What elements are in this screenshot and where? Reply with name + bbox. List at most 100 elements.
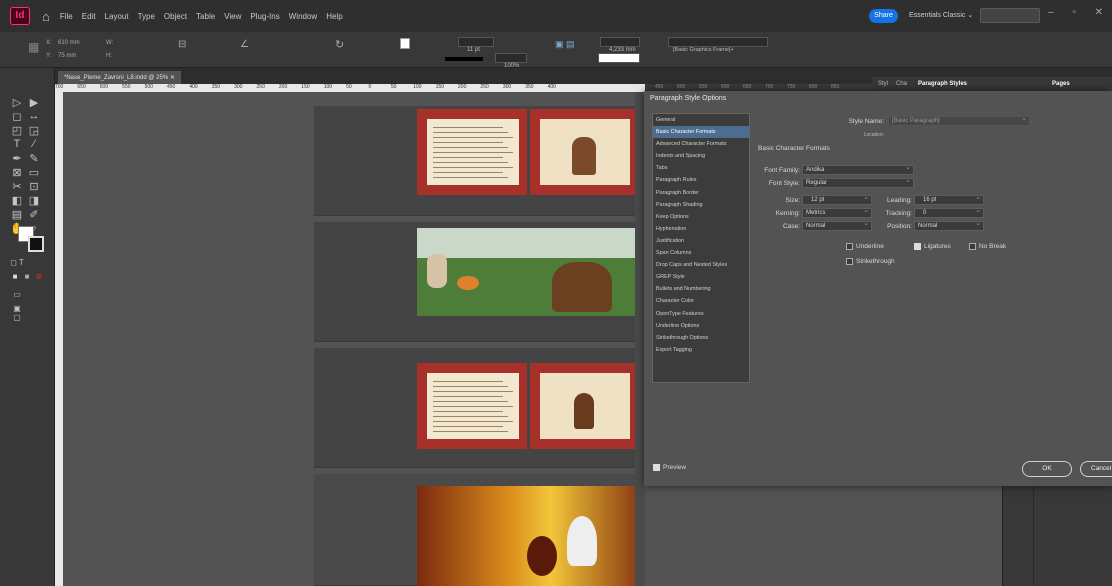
- selection-tool-icon[interactable]: ▷: [10, 96, 24, 109]
- font-style-dropdown[interactable]: Regular: [802, 177, 914, 188]
- underline-checkbox[interactable]: Underline: [846, 243, 884, 250]
- workspace-switcher[interactable]: Essentials Classic ⌄: [909, 11, 973, 19]
- scale-icon[interactable]: ⊟: [178, 39, 186, 50]
- menu-table[interactable]: Table: [196, 12, 215, 21]
- rectangle-tool-icon[interactable]: ▭: [27, 166, 41, 179]
- eyedropper-tool-icon[interactable]: ✐: [27, 208, 41, 221]
- category-character-color[interactable]: Character Color: [653, 295, 749, 307]
- category-keep-options[interactable]: Keep Options: [653, 211, 749, 223]
- kerning-dropdown[interactable]: Metrics: [802, 207, 872, 218]
- direct-selection-tool-icon[interactable]: ▶: [27, 96, 41, 109]
- x-field[interactable]: 610 mm: [58, 40, 80, 46]
- category-span-columns[interactable]: Span Columns: [653, 247, 749, 259]
- ok-button[interactable]: OK: [1022, 461, 1072, 477]
- category-basic-character-formats[interactable]: Basic Character Formats: [653, 126, 749, 139]
- document-canvas[interactable]: [63, 92, 645, 586]
- preview-checkbox[interactable]: Preview: [653, 464, 686, 471]
- category-list[interactable]: General Basic Character Formats Advanced…: [652, 113, 750, 383]
- y-field[interactable]: 75 mm: [58, 53, 76, 59]
- reference-point-icon[interactable]: ▦: [28, 40, 39, 54]
- category-paragraph-border[interactable]: Paragraph Border: [653, 187, 749, 199]
- page-tool-icon[interactable]: ◻: [10, 110, 24, 123]
- size-field[interactable]: 12 pt: [802, 194, 872, 205]
- tab-char-styles[interactable]: Cha: [896, 81, 907, 87]
- gradient-feather-tool-icon[interactable]: ◨: [27, 194, 41, 207]
- rectangle-frame-tool-icon[interactable]: ⊠: [10, 166, 24, 179]
- category-opentype[interactable]: OpenType Features: [653, 308, 749, 320]
- category-paragraph-rules[interactable]: Paragraph Rules: [653, 174, 749, 186]
- leading-field[interactable]: 16 pt: [914, 194, 984, 205]
- menu-object[interactable]: Object: [164, 12, 187, 21]
- category-paragraph-shading[interactable]: Paragraph Shading: [653, 199, 749, 211]
- category-justification[interactable]: Justification: [653, 235, 749, 247]
- pencil-tool-icon[interactable]: ✎: [27, 152, 41, 165]
- page-image-right[interactable]: [530, 109, 640, 195]
- tracking-field[interactable]: 0: [914, 207, 984, 218]
- search-input[interactable]: [980, 8, 1040, 23]
- view-mode-icon[interactable]: ▣ ▢: [10, 304, 24, 322]
- menu-view[interactable]: View: [224, 12, 241, 21]
- category-bullets-numbering[interactable]: Bullets and Numbering: [653, 283, 749, 295]
- page-image-right-2[interactable]: [530, 363, 640, 449]
- page-text-left-2[interactable]: [417, 363, 527, 449]
- line-tool-icon[interactable]: ⁄: [27, 138, 41, 150]
- style-name-field[interactable]: [Basic Paragraph]: [888, 115, 1030, 126]
- menu-help[interactable]: Help: [326, 12, 342, 21]
- category-grep-style[interactable]: GREP Style: [653, 271, 749, 283]
- type-tool-icon[interactable]: T: [10, 138, 24, 150]
- stroke-swatch-field[interactable]: [598, 53, 640, 63]
- category-general[interactable]: General: [653, 114, 749, 126]
- align-icon[interactable]: ▣ ▤: [555, 39, 575, 50]
- category-strikethrough-options[interactable]: Strikethrough Options: [653, 332, 749, 344]
- cancel-button[interactable]: Cancel: [1080, 461, 1112, 477]
- pen-tool-icon[interactable]: ✒: [10, 152, 24, 165]
- category-advanced-character-formats[interactable]: Advanced Character Formats: [653, 138, 749, 150]
- note-tool-icon[interactable]: ▤: [10, 208, 24, 221]
- tab-pages[interactable]: Pages: [1052, 81, 1070, 87]
- case-dropdown[interactable]: Normal: [802, 220, 872, 231]
- no-break-checkbox[interactable]: No Break: [969, 243, 1006, 250]
- category-underline-options[interactable]: Underline Options: [653, 320, 749, 332]
- screen-mode-icon[interactable]: ▭: [10, 290, 24, 299]
- fill-swatch[interactable]: [28, 236, 44, 252]
- content-placer-icon[interactable]: ◲: [27, 124, 41, 137]
- share-button[interactable]: Share: [869, 9, 898, 23]
- tab-paragraph-styles[interactable]: Paragraph Styles: [918, 81, 967, 87]
- home-icon[interactable]: ⌂: [42, 9, 50, 24]
- rotate-icon[interactable]: ∠: [240, 39, 249, 50]
- window-controls[interactable]: – ▫ ✕: [1048, 7, 1111, 18]
- menu-plugins[interactable]: Plug-Ins: [250, 12, 279, 21]
- menu-window[interactable]: Window: [289, 12, 317, 21]
- menu-layout[interactable]: Layout: [105, 12, 129, 21]
- fill-swatch-icon[interactable]: [400, 38, 410, 49]
- gradient-tool-icon[interactable]: ◧: [10, 194, 24, 207]
- page-text-left[interactable]: [417, 109, 527, 195]
- font-family-dropdown[interactable]: Andika: [802, 164, 914, 175]
- category-export-tagging[interactable]: Export Tagging: [653, 344, 749, 356]
- ligatures-checkbox[interactable]: Ligatures: [914, 243, 951, 250]
- tab-styles[interactable]: Styl: [878, 81, 888, 87]
- position-dropdown[interactable]: Normal: [914, 220, 984, 231]
- width-field[interactable]: 4,233 mm: [600, 37, 640, 53]
- font-size-field[interactable]: 11 pt: [458, 37, 494, 53]
- text-line: [433, 167, 513, 168]
- category-tabs[interactable]: Tabs: [653, 162, 749, 174]
- apply-none-icon[interactable]: ⊘: [32, 272, 46, 281]
- object-style-field[interactable]: [Basic Graphics Frame]+: [668, 37, 768, 53]
- category-indents-spacing[interactable]: Indents and Spacing: [653, 150, 749, 162]
- menu-edit[interactable]: Edit: [82, 12, 96, 21]
- forest-illustration-page[interactable]: [417, 228, 640, 316]
- menu-file[interactable]: File: [60, 12, 73, 21]
- cave-illustration-page[interactable]: [417, 486, 640, 586]
- gap-tool-icon[interactable]: ↔: [27, 110, 41, 122]
- content-collector-icon[interactable]: ◰: [10, 124, 24, 137]
- menu-type[interactable]: Type: [138, 12, 155, 21]
- category-hyphenation[interactable]: Hyphenation: [653, 223, 749, 235]
- category-drop-caps[interactable]: Drop Caps and Nested Styles: [653, 259, 749, 271]
- formatting-affects-container-icon[interactable]: ◻ T: [10, 258, 24, 267]
- rotate-cw-icon[interactable]: ↻: [335, 38, 344, 51]
- scale-field[interactable]: 100%: [495, 53, 527, 69]
- scissors-tool-icon[interactable]: ✂: [10, 180, 24, 193]
- strikethrough-checkbox[interactable]: Strikethrough: [846, 258, 895, 265]
- free-transform-tool-icon[interactable]: ⊡: [27, 180, 41, 193]
